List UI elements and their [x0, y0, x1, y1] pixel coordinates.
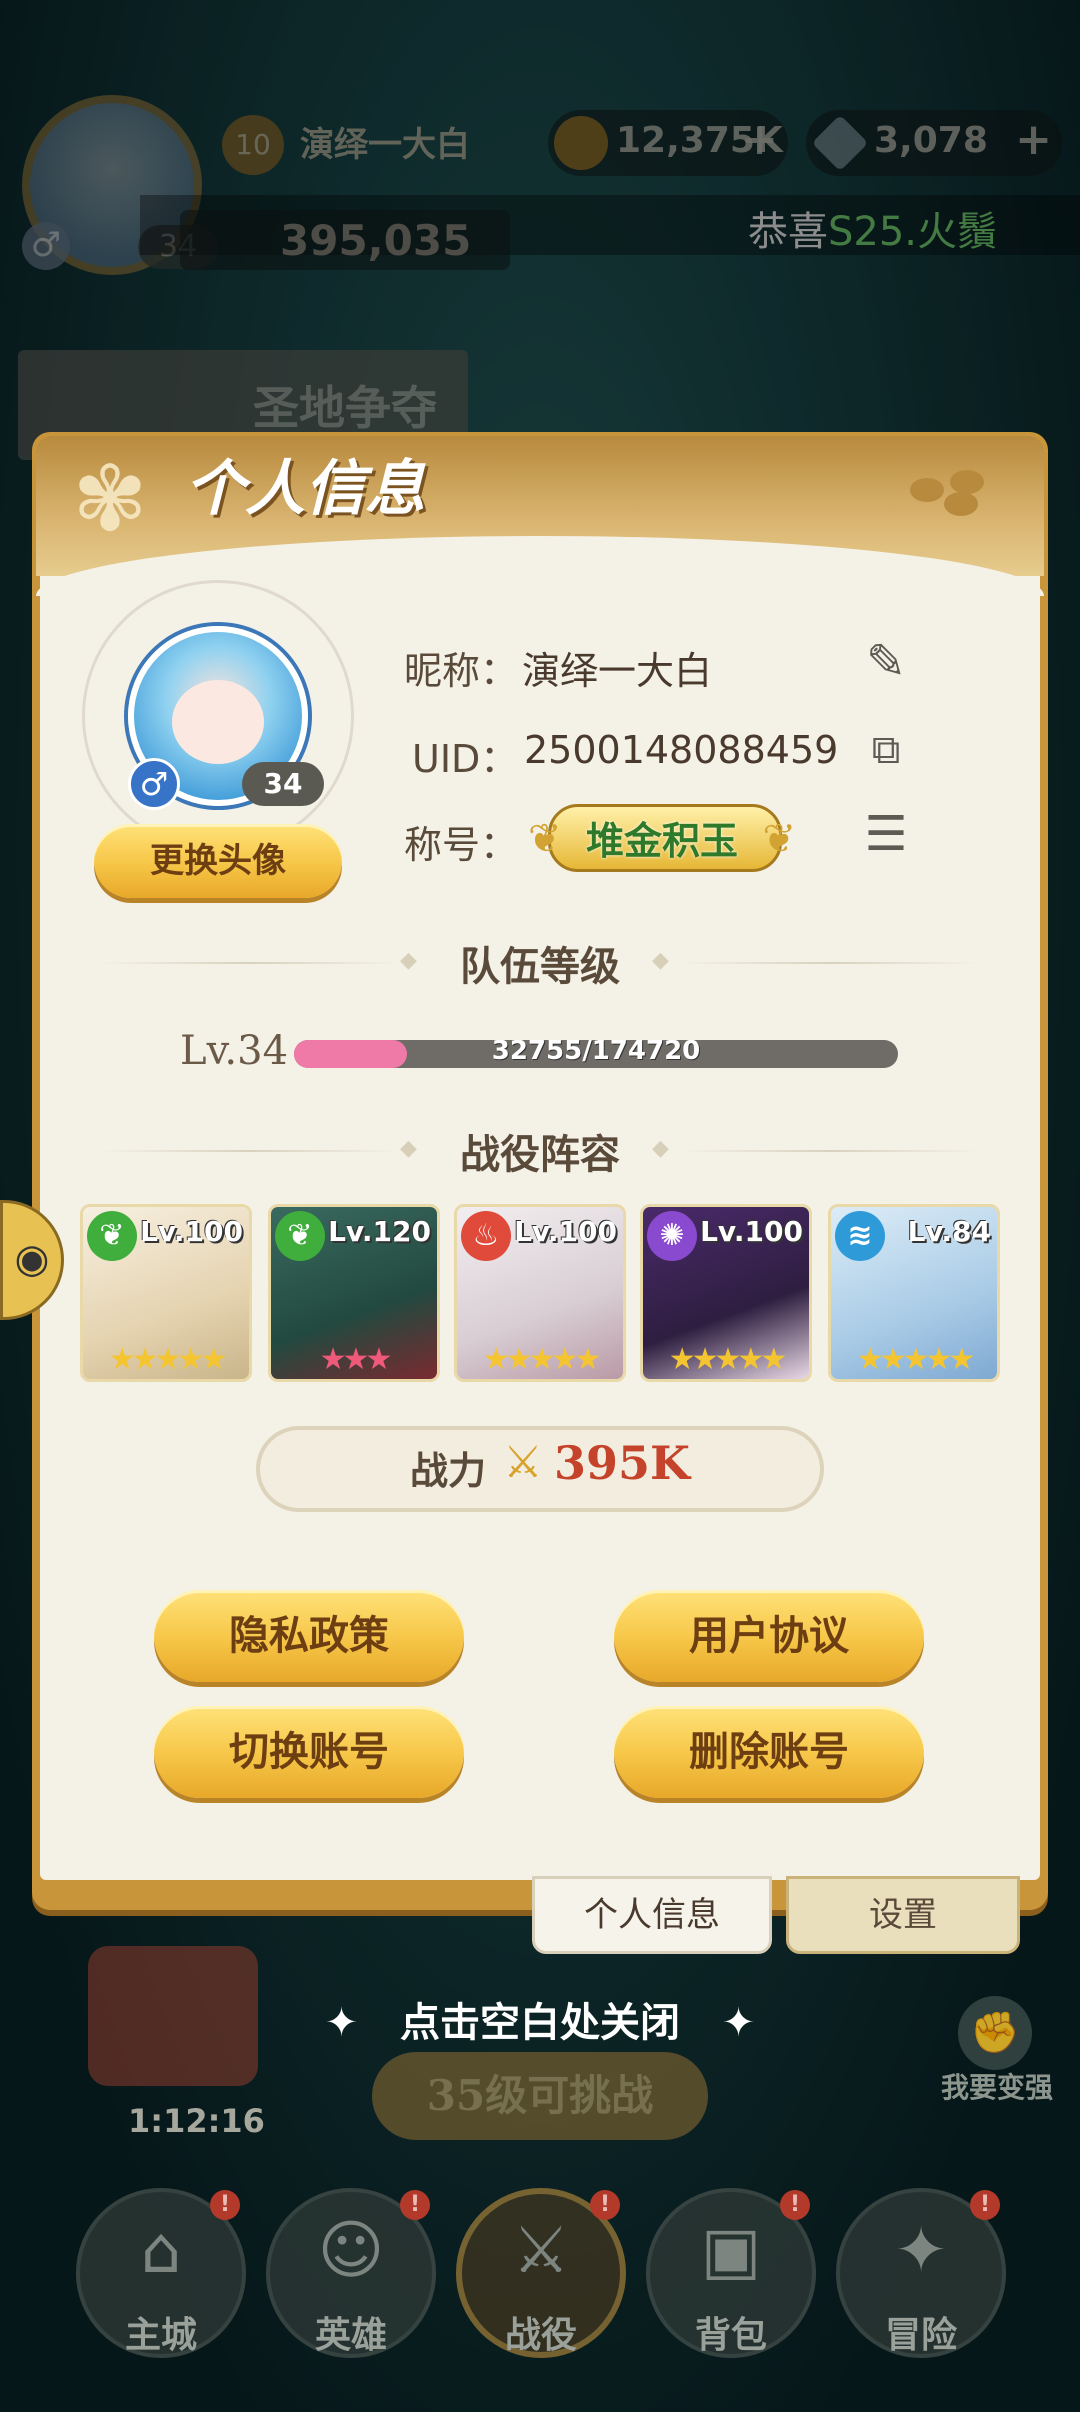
delete-account-button[interactable]: 删除账号 — [614, 1706, 924, 1798]
uid-label: UID： — [412, 737, 519, 781]
change-avatar-button[interactable]: 更换头像 — [94, 824, 342, 898]
team-level-header: 队伍等级 — [460, 944, 620, 990]
treasure-chest-icon[interactable] — [88, 1946, 258, 2086]
water-element-icon: ≋ — [835, 1211, 885, 1261]
nav-label: 冒险 — [884, 2315, 957, 2356]
hero-card[interactable]: ❦ Lv.100 ★★★★★ — [80, 1204, 252, 1382]
nav-label: 英雄 — [314, 2315, 387, 2356]
edit-pencil-icon[interactable]: ✎ — [856, 632, 916, 692]
backpack-icon: ▣ — [700, 2214, 762, 2288]
title-badge-text: 堆金积玉 — [585, 819, 738, 863]
hero-card[interactable]: ≋ Lv.84 ★★★★★ — [828, 1204, 1000, 1382]
panel-title: 个人信息 — [185, 454, 425, 524]
hero-level: Lv.120 — [328, 1215, 431, 1248]
nickname-label: 昵称： — [404, 649, 519, 693]
xp-bar-text: 32755/174720 — [491, 1036, 701, 1066]
nav-adventure[interactable]: ✦ 冒险! — [836, 2188, 1006, 2358]
list-icon[interactable]: ☰ — [856, 804, 916, 864]
hero-card[interactable]: ✺ Lv.100 ★★★★★ — [640, 1204, 812, 1382]
get-stronger-button[interactable]: ✊ 我要变强 — [936, 1996, 1056, 2106]
leaf-element-icon: ❦ — [87, 1211, 137, 1261]
notification-badge: ! — [970, 2190, 1000, 2220]
bean-ornament-icon — [900, 470, 990, 516]
avatar-face — [172, 680, 264, 764]
lineup-header: 战役阵容 — [460, 1132, 620, 1178]
hero-level: Lv.100 — [514, 1215, 617, 1248]
fist-icon: ✊ — [958, 1996, 1032, 2070]
close-hint-text: 点击空白处关闭 — [400, 2000, 680, 2046]
power-value: 395K — [554, 1436, 691, 1490]
hero-card[interactable]: ❦ Lv.120 ★★★ — [268, 1204, 440, 1382]
nav-campaign[interactable]: ⚔ 战役! — [456, 2188, 626, 2358]
campaign-icon: ⚔ — [512, 2214, 570, 2288]
challenge-button[interactable]: 35级可挑战 — [372, 2052, 708, 2140]
hero-stars: ★★★ — [319, 1342, 393, 1377]
power-label: 战力 — [410, 1449, 487, 1493]
sparkle-icon: ✦ — [324, 2000, 359, 2046]
hero-stars: ★★★★★ — [856, 1342, 975, 1377]
tab-settings[interactable]: 设置 — [786, 1876, 1020, 1954]
gender-male-icon: ♂ — [128, 758, 180, 810]
user-agreement-button[interactable]: 用户协议 — [614, 1590, 924, 1682]
switch-account-button[interactable]: 切换账号 — [154, 1706, 464, 1798]
adventure-icon: ✦ — [894, 2214, 948, 2288]
notification-badge: ! — [210, 2190, 240, 2220]
notification-badge: ! — [400, 2190, 430, 2220]
nav-label: 战役 — [504, 2315, 577, 2356]
title-label: 称号： — [404, 823, 519, 867]
notification-badge: ! — [780, 2190, 810, 2220]
flower-ornament-icon: ✾ — [72, 447, 148, 552]
uid-value: 2500148088459 — [524, 728, 839, 772]
sparkle-icon: ✦ — [721, 2000, 756, 2046]
nickname-value: 演绎一大白 — [522, 649, 713, 693]
team-level-label: Lv.34 — [180, 1028, 289, 1074]
leaf-element-icon: ❦ — [275, 1211, 325, 1261]
hero-level: Lv.84 — [907, 1215, 991, 1248]
nav-label: 主城 — [124, 2315, 197, 2356]
hero-level: Lv.100 — [140, 1215, 243, 1248]
hero-stars: ★★★★★ — [482, 1342, 601, 1377]
main-city-icon: ⌂ — [140, 2214, 182, 2288]
tab-profile-info[interactable]: 个人信息 — [532, 1876, 772, 1954]
hero-card[interactable]: ♨ Lv.100 ★★★★★ — [454, 1204, 626, 1382]
nav-backpack[interactable]: ▣ 背包! — [646, 2188, 816, 2358]
get-stronger-label: 我要变强 — [940, 2071, 1053, 2104]
arcane-element-icon: ✺ — [647, 1211, 697, 1261]
copy-icon[interactable]: ⧉ — [856, 720, 916, 780]
crossed-swords-icon: ⚔ — [503, 1437, 543, 1488]
privacy-policy-button[interactable]: 隐私政策 — [154, 1590, 464, 1682]
avatar-level-badge: 34 — [242, 762, 324, 806]
hero-stars: ★★★★★ — [108, 1342, 227, 1377]
chest-timer: 1:12:16 — [128, 2102, 265, 2140]
nav-heroes[interactable]: ☺ 英雄! — [266, 2188, 436, 2358]
fire-element-icon: ♨ — [461, 1211, 511, 1261]
heroes-icon: ☺ — [317, 2214, 385, 2288]
hero-level: Lv.100 — [700, 1215, 803, 1248]
nav-label: 背包 — [694, 2315, 767, 2356]
notification-badge: ! — [590, 2190, 620, 2220]
title-badge[interactable]: ❦ ❦ 堆金积玉 — [528, 796, 796, 876]
nav-main-city[interactable]: ⌂ 主城! — [76, 2188, 246, 2358]
hero-stars: ★★★★★ — [668, 1342, 787, 1377]
